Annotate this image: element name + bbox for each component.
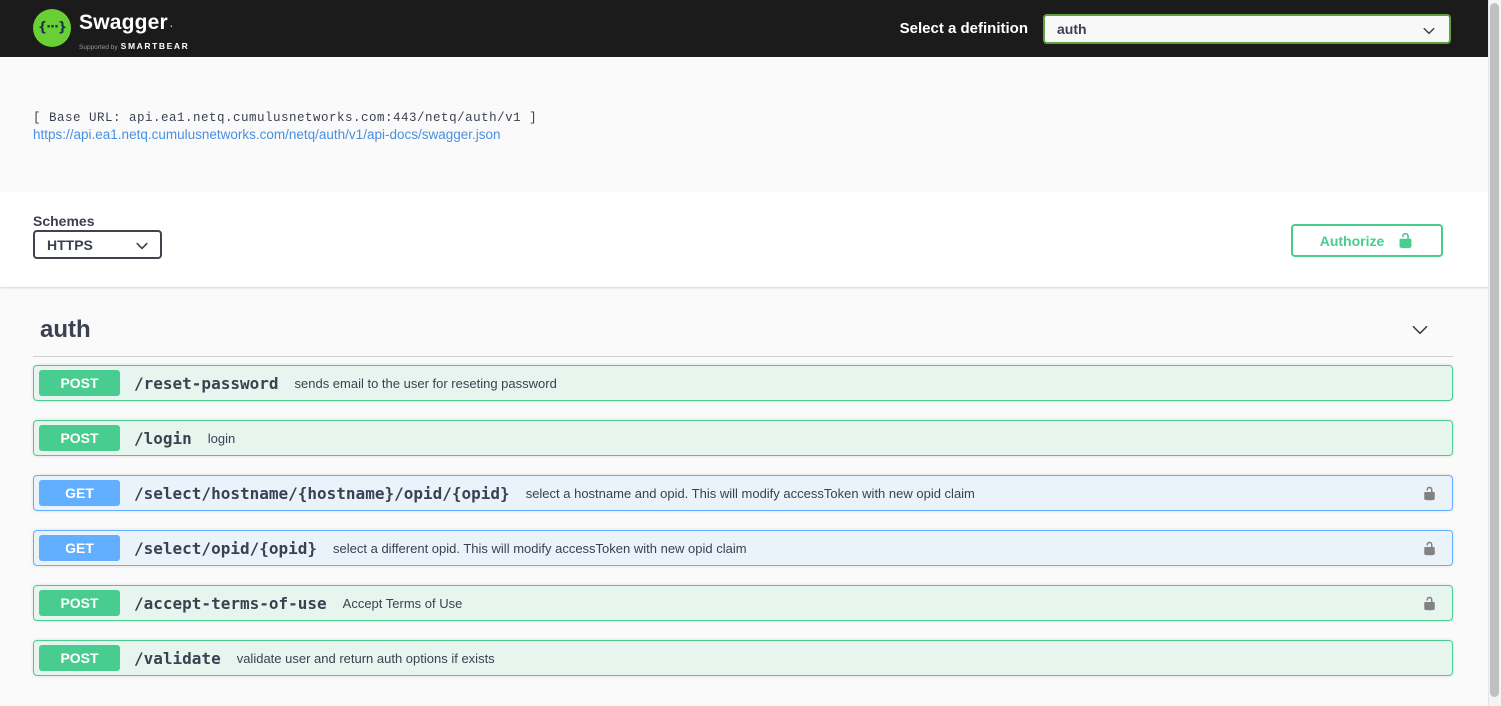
tagline-brand: SMARTBEAR [121,41,190,51]
operation-row[interactable]: POST /validate validate user and return … [33,640,1453,676]
swagger-logo: {···} Swagger . Supported bySMARTBEAR [33,9,189,54]
definition-select-value: auth [1057,21,1087,37]
schemes-select[interactable]: HTTPS [33,230,162,259]
authorize-button[interactable]: Authorize [1291,224,1443,257]
tag-name: auth [40,316,91,344]
scrollbar-thumb[interactable] [1490,3,1499,697]
chevron-down-icon [1421,23,1437,44]
method-badge: POST [39,590,120,616]
padlock-icon[interactable] [1418,537,1440,559]
trademark-dot: . [170,22,173,28]
method-badge: POST [39,645,120,671]
operation-summary: validate user and return auth options if… [237,651,495,666]
method-badge: POST [39,425,120,451]
operation-path: /select/opid/{opid} [134,539,317,558]
method-badge: GET [39,480,120,506]
definition-label: Select a definition [900,20,1028,37]
schemes-label: Schemes [33,213,94,229]
authorize-label: Authorize [1320,233,1385,249]
swagger-json-link[interactable]: https://api.ea1.netq.cumulusnetworks.com… [33,127,501,142]
braces-icon: {···} [38,20,66,37]
operation-path: /validate [134,649,221,668]
operation-path: /accept-terms-of-use [134,594,327,613]
brand-name: Swagger [79,12,168,34]
chevron-down-icon [134,238,150,259]
operation-path: /login [134,429,192,448]
operation-row[interactable]: POST /login login [33,420,1453,456]
operation-summary: select a different opid. This will modif… [333,541,747,556]
operation-row[interactable]: POST /accept-terms-of-use Accept Terms o… [33,585,1453,621]
unlock-icon [1397,232,1414,249]
schemes-select-value: HTTPS [47,237,93,253]
operation-summary: Accept Terms of Use [343,596,463,611]
definition-selector: Select a definition auth [900,0,1451,57]
logo-text-block: Swagger . Supported bySMARTBEAR [79,9,189,54]
scheme-container: Schemes HTTPS Authorize [0,192,1501,287]
tag-header[interactable]: auth [33,287,1453,357]
operation-summary: select a hostname and opid. This will mo… [526,486,975,501]
method-badge: GET [39,535,120,561]
tag-section: auth POST /reset-password sends email to… [33,287,1453,676]
tagline-prefix: Supported by [79,44,118,51]
padlock-icon[interactable] [1418,592,1440,614]
operation-row[interactable]: GET /select/hostname/{hostname}/opid/{op… [33,475,1453,511]
operation-path: /select/hostname/{hostname}/opid/{opid} [134,484,510,503]
operations-list: POST /reset-password sends email to the … [33,357,1453,676]
swagger-logo-icon: {···} [33,9,71,47]
padlock-icon[interactable] [1418,482,1440,504]
definition-select[interactable]: auth [1043,14,1451,44]
scrollbar-track[interactable] [1488,0,1501,706]
collapse-chevron-icon[interactable] [1409,319,1431,341]
base-url: [ Base URL: api.ea1.netq.cumulusnetworks… [33,111,537,125]
topbar: {···} Swagger . Supported bySMARTBEAR Se… [0,0,1501,57]
operation-row[interactable]: GET /select/opid/{opid} select a differe… [33,530,1453,566]
info-section: [ Base URL: api.ea1.netq.cumulusnetworks… [0,57,1501,192]
operation-summary: login [208,431,235,446]
operation-row[interactable]: POST /reset-password sends email to the … [33,365,1453,401]
operation-path: /reset-password [134,374,279,393]
tagline: Supported bySMARTBEAR [79,36,189,54]
operation-summary: sends email to the user for reseting pas… [295,376,557,391]
method-badge: POST [39,370,120,396]
